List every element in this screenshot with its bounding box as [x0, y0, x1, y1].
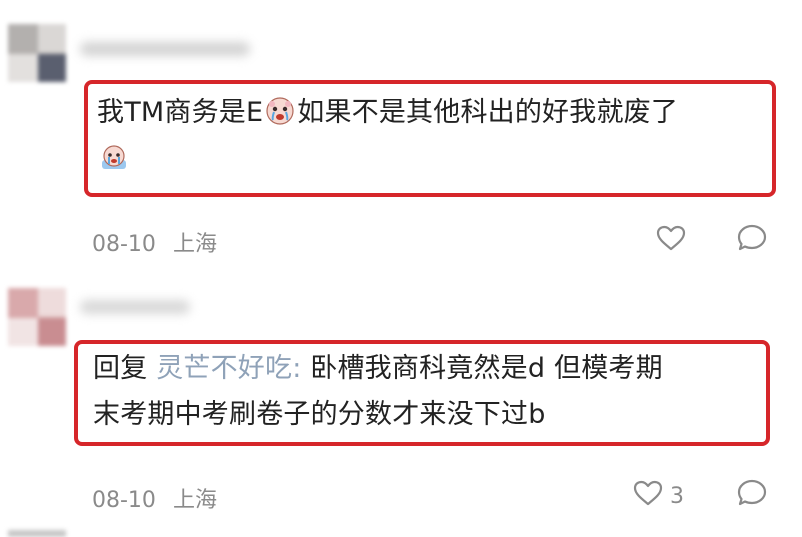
- comment-meta: 08-10 上海: [92, 482, 217, 514]
- comment-meta: 08-10 上海: [92, 226, 217, 258]
- username-blurred[interactable]: [80, 42, 250, 56]
- reply-prefix: 回复: [93, 353, 148, 384]
- avatar[interactable]: [8, 288, 66, 346]
- comment-text-part-1: 我TM商务是E: [97, 97, 264, 128]
- comment-location: 上海: [172, 488, 217, 513]
- reply-text-line-2: 末考期中考刷卷子的分数才来没下过b: [93, 399, 546, 430]
- reply-text: 回复 灵芒不好吃: 卧槽我商科竟然是d 但模考期 末考期中考刷卷子的分数才来没下…: [93, 346, 758, 438]
- reply-button[interactable]: [736, 478, 768, 514]
- reply-text-line-1: 卧槽我商科竟然是d 但模考期: [301, 353, 663, 384]
- comment-date: 08-10: [92, 232, 156, 257]
- reply-target-username[interactable]: 灵芒不好吃:: [156, 353, 301, 384]
- avatar[interactable]: [8, 530, 66, 537]
- reply-button[interactable]: [736, 223, 768, 259]
- speech-bubble-icon: [736, 223, 768, 259]
- like-count: 3: [670, 483, 684, 509]
- crying-face-icon: [99, 141, 129, 171]
- speech-bubble-icon: [736, 478, 768, 514]
- comment-date: 08-10: [92, 488, 156, 513]
- like-button[interactable]: [655, 224, 687, 258]
- comment-text-part-2: 如果不是其他科出的好我就废了: [297, 97, 679, 128]
- heart-outline-icon: [655, 224, 687, 258]
- heart-outline-icon: [632, 479, 664, 513]
- comment-text: 我TM商务是E 如果不是其他科出的好我就废了: [97, 90, 762, 182]
- crying-face-icon: [265, 95, 295, 125]
- avatar[interactable]: [8, 24, 66, 82]
- like-button[interactable]: 3: [632, 479, 684, 513]
- comment-location: 上海: [172, 232, 217, 257]
- username-blurred[interactable]: [80, 300, 190, 314]
